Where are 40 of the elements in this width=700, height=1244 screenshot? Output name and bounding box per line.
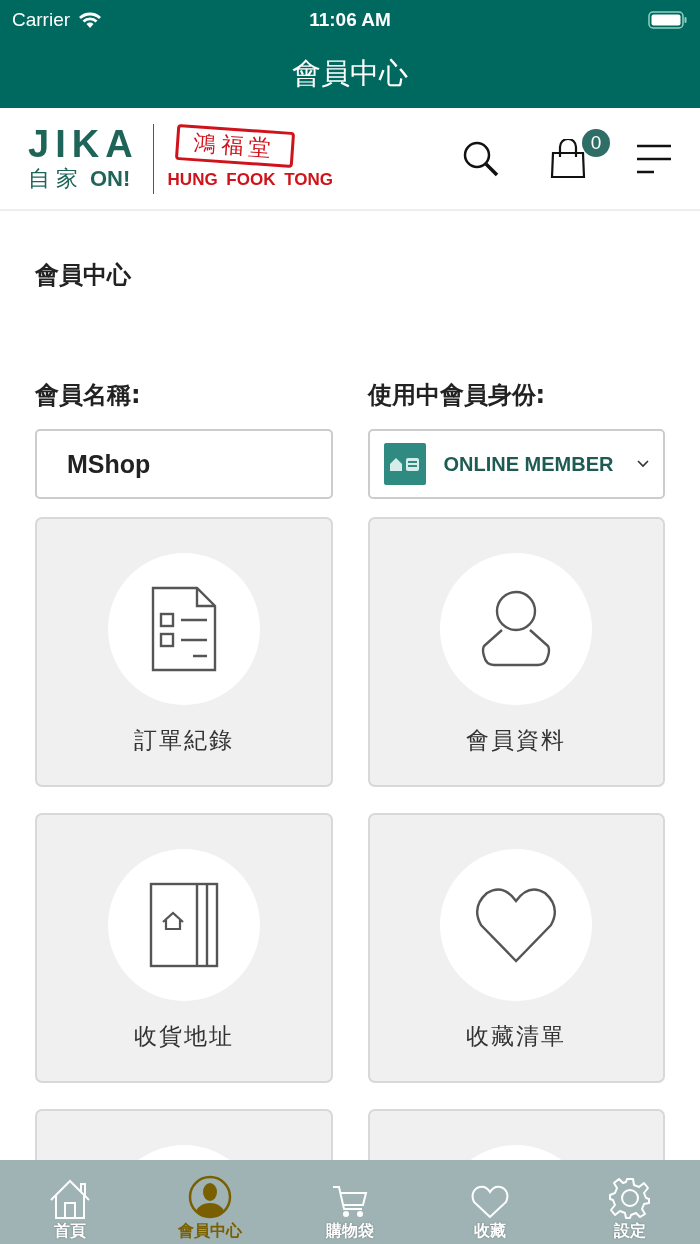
tile-label: 訂單紀錄 xyxy=(133,726,234,755)
partner-name: HUNG FOOK TONG xyxy=(167,169,333,190)
brand-name: JIKA xyxy=(28,123,139,164)
menu-tile[interactable]: 收貨地址 xyxy=(35,813,333,1083)
brand-tagline-suffix: ON! xyxy=(90,165,131,192)
partner-scroll-logo: 鴻福堂 xyxy=(174,123,295,168)
heart-icon xyxy=(471,1185,509,1219)
battery-icon xyxy=(648,11,688,29)
field-label: 會員名稱: xyxy=(35,380,142,411)
shopping-bag-icon[interactable] xyxy=(550,138,586,179)
tile-label: 收貨地址 xyxy=(133,1022,234,1051)
wifi-icon xyxy=(78,11,103,29)
address-book-icon xyxy=(148,882,219,968)
menu-tile[interactable]: 收藏清單 xyxy=(367,813,665,1083)
status-time: 11:06 AM xyxy=(309,9,391,31)
section-title: 會員中心 xyxy=(35,260,132,291)
menu-icon[interactable] xyxy=(636,143,672,174)
cart-icon xyxy=(332,1185,368,1219)
heart-icon xyxy=(475,887,558,963)
carrier-name: Carrier xyxy=(12,9,71,31)
search-icon[interactable] xyxy=(462,139,500,178)
document-list-icon xyxy=(150,586,217,672)
person-icon xyxy=(480,590,553,668)
field-label: 使用中會員身份: xyxy=(367,380,547,411)
member-status-dropdown[interactable]: ONLINE MEMBER xyxy=(367,429,665,499)
tile-label: 會員資料 xyxy=(466,726,567,755)
menu-tile[interactable]: 訂單紀錄 xyxy=(35,517,333,787)
tile-label: 收藏清單 xyxy=(466,1022,567,1051)
home-icon xyxy=(49,1179,91,1219)
chevron-down-icon xyxy=(637,460,649,468)
settings-icon xyxy=(609,1177,651,1219)
cart-count-badge: 0 xyxy=(582,128,610,157)
page-title: 會員中心 xyxy=(292,55,408,92)
menu-tile[interactable]: 會員資料 xyxy=(367,517,665,787)
menu-tile[interactable] xyxy=(35,1109,333,1160)
member-name-field[interactable]: MShop xyxy=(35,429,333,499)
menu-tile[interactable] xyxy=(367,1109,665,1160)
member-badge-icon xyxy=(383,443,426,485)
brand-tagline: 自家 xyxy=(28,164,84,193)
user-avatar-icon xyxy=(188,1175,232,1219)
